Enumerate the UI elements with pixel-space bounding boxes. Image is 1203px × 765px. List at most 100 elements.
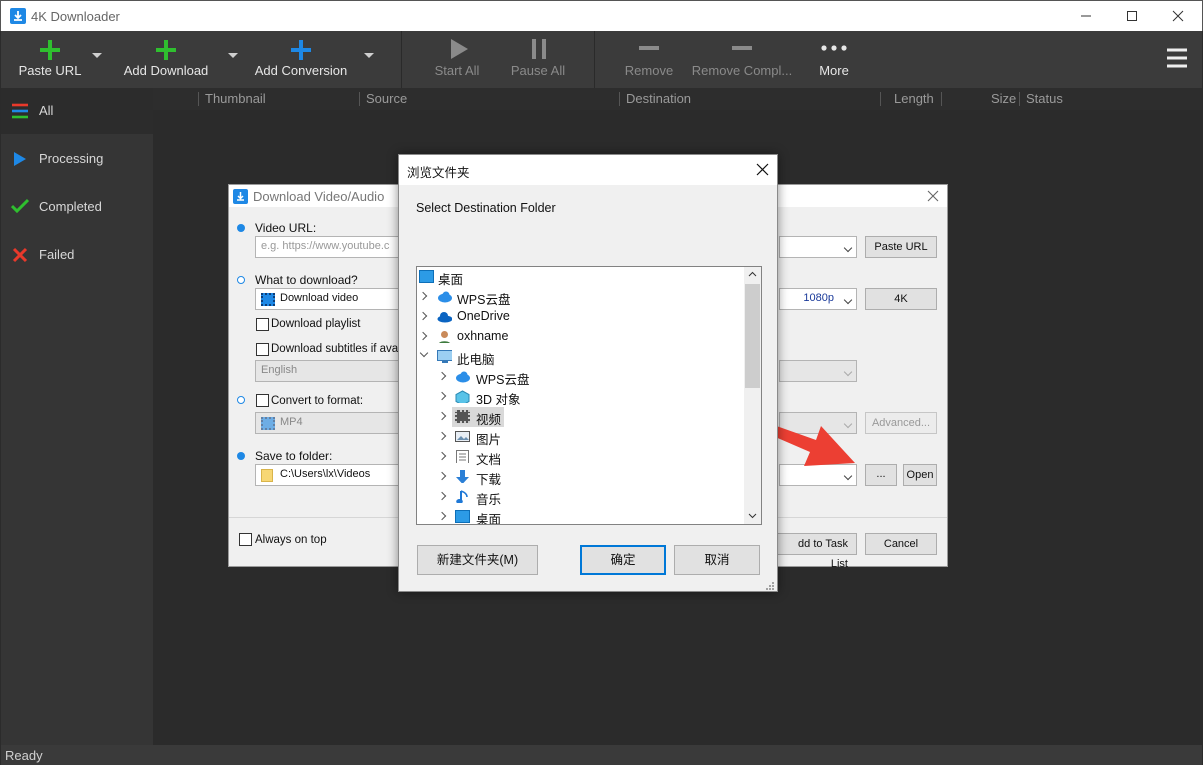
chevron-right-icon[interactable] [437,431,447,441]
chevron-down-icon [843,295,853,305]
pause-all-button[interactable]: Pause All [509,31,567,88]
maximize-button[interactable] [1109,1,1155,31]
tree-item-downloads[interactable]: 下载 [417,467,744,487]
chevron-right-icon[interactable] [437,471,447,481]
toolbar: Paste URL Add Download Add Conversion St… [1,31,1202,88]
status-bar: Ready [1,745,1202,765]
add-conversion-button[interactable]: Add Conversion [251,31,351,88]
remove-button[interactable]: Remove [621,31,677,88]
sidebar-item-label: Processing [39,151,104,166]
tree-item-this-pc[interactable]: 此电脑 [417,347,744,367]
tree-item-pictures[interactable]: 图片 [417,427,744,447]
sidebar-item-failed[interactable]: Failed [1,232,153,278]
paste-url-button[interactable]: Paste URL [9,31,91,88]
what-to-download-select[interactable]: Download video [255,288,405,310]
tree-item-desktop-pc[interactable]: 桌面 [417,507,744,524]
chevron-right-icon[interactable] [437,511,447,521]
quality-4k-button[interactable]: 4K [865,288,937,310]
add-to-task-list-button[interactable]: dd to Task List [777,533,857,570]
browse-ok-button[interactable]: 确定 [580,545,666,575]
sidebar-item-completed[interactable]: Completed [1,184,153,230]
chevron-right-icon[interactable] [437,411,447,421]
film-icon [455,410,470,423]
hamburger-menu-icon[interactable] [1165,47,1189,69]
sidebar-item-processing[interactable]: Processing [1,136,153,182]
dialog-paste-url-button[interactable]: Paste URL [865,236,937,258]
chevron-right-icon[interactable] [437,391,447,401]
convert-format-checkbox[interactable] [256,394,269,407]
subtitle-language-select[interactable]: English [255,360,405,382]
title-bar: 4K Downloader [0,0,1203,31]
always-on-top-checkbox[interactable] [239,533,252,546]
folder-tree[interactable]: 桌面 WPS云盘 OneDrive oxhname 此电脑 WPS云盘 3D 对… [416,266,762,525]
chevron-right-icon[interactable] [437,491,447,501]
tree-item-wps-cloud-pc[interactable]: WPS云盘 [417,367,744,387]
download-playlist-checkbox[interactable] [256,318,269,331]
chevron-right-icon[interactable] [418,331,428,341]
close-icon[interactable] [756,163,769,176]
scroll-up-icon[interactable] [748,271,757,277]
add-conversion-dropdown-icon[interactable] [364,53,374,58]
sidebar-item-all[interactable]: All [1,88,153,134]
radio-bullet-icon[interactable] [237,452,245,460]
save-folder-input[interactable]: C:\Users\lx\Videos [255,464,405,486]
advanced-button[interactable]: Advanced... [865,412,937,434]
tree-item-wps-cloud[interactable]: WPS云盘 [417,287,744,307]
what-to-download-label: What to download? [255,273,358,287]
browse-folder-button[interactable]: ... [865,464,897,486]
radio-bullet-icon[interactable] [237,224,245,232]
chevron-down-icon [843,471,853,481]
browse-cancel-button[interactable]: 取消 [674,545,760,575]
chevron-right-icon[interactable] [418,291,428,301]
minus-icon [691,31,793,63]
tree-item-3d-objects[interactable]: 3D 对象 [417,387,744,407]
tree-item-onedrive[interactable]: OneDrive [417,307,744,327]
radio-circle-icon[interactable] [237,276,245,284]
column-header-size[interactable]: Size [991,91,1016,106]
format-select[interactable]: MP4 [255,412,405,434]
plus-icon [118,31,214,63]
close-button[interactable] [1155,1,1201,31]
scrollbar-thumb[interactable] [745,284,760,388]
column-header-source[interactable]: Source [366,91,407,106]
column-header-thumbnail[interactable]: Thumbnail [205,91,266,106]
radio-circle-icon[interactable] [237,396,245,404]
save-folder-value: C:\Users\lx\Videos [280,468,371,480]
dialog-cancel-button[interactable]: Cancel [865,533,937,555]
close-icon[interactable] [927,190,939,202]
add-download-dropdown-icon[interactable] [228,53,238,58]
download-subtitles-label: Download subtitles if availa [271,343,410,355]
column-header-destination[interactable]: Destination [626,91,691,106]
tree-item-videos[interactable]: 视频 [452,407,504,427]
scroll-down-icon[interactable] [748,513,757,519]
cloud-icon [456,371,470,383]
chevron-right-icon[interactable] [418,311,428,321]
tree-item-music[interactable]: 音乐 [417,487,744,507]
tree-item-documents[interactable]: 文档 [417,447,744,467]
start-all-button[interactable]: Start All [429,31,485,88]
resize-grip-icon[interactable] [765,581,775,591]
chevron-right-icon[interactable] [437,371,447,381]
new-folder-button[interactable]: 新建文件夹(M) [417,545,538,575]
video-url-dropdown[interactable] [779,236,857,258]
video-url-input[interactable]: e.g. https://www.youtube.c [255,236,405,258]
open-folder-button[interactable]: Open [903,464,937,486]
paste-url-dropdown-icon[interactable] [92,53,102,58]
quality-select[interactable]: 1080p [779,288,857,310]
column-header-length[interactable]: Length [894,91,934,106]
minimize-button[interactable] [1063,1,1109,31]
chevron-down-icon[interactable] [419,348,429,358]
folder-icon [261,469,273,482]
app-logo-icon [10,8,26,24]
chevron-right-icon[interactable] [437,451,447,461]
cloud-icon [438,291,452,303]
tree-item-user[interactable]: oxhname [417,327,744,347]
column-header-status[interactable]: Status [1026,91,1063,106]
more-button[interactable]: More [813,31,855,88]
add-download-button[interactable]: Add Download [118,31,214,88]
tree-scrollbar[interactable] [744,267,761,524]
app-logo-icon [233,189,248,204]
tree-item-desktop[interactable]: 桌面 [417,267,744,287]
download-subtitles-checkbox[interactable] [256,343,269,356]
remove-completed-button[interactable]: Remove Compl... [691,31,793,88]
